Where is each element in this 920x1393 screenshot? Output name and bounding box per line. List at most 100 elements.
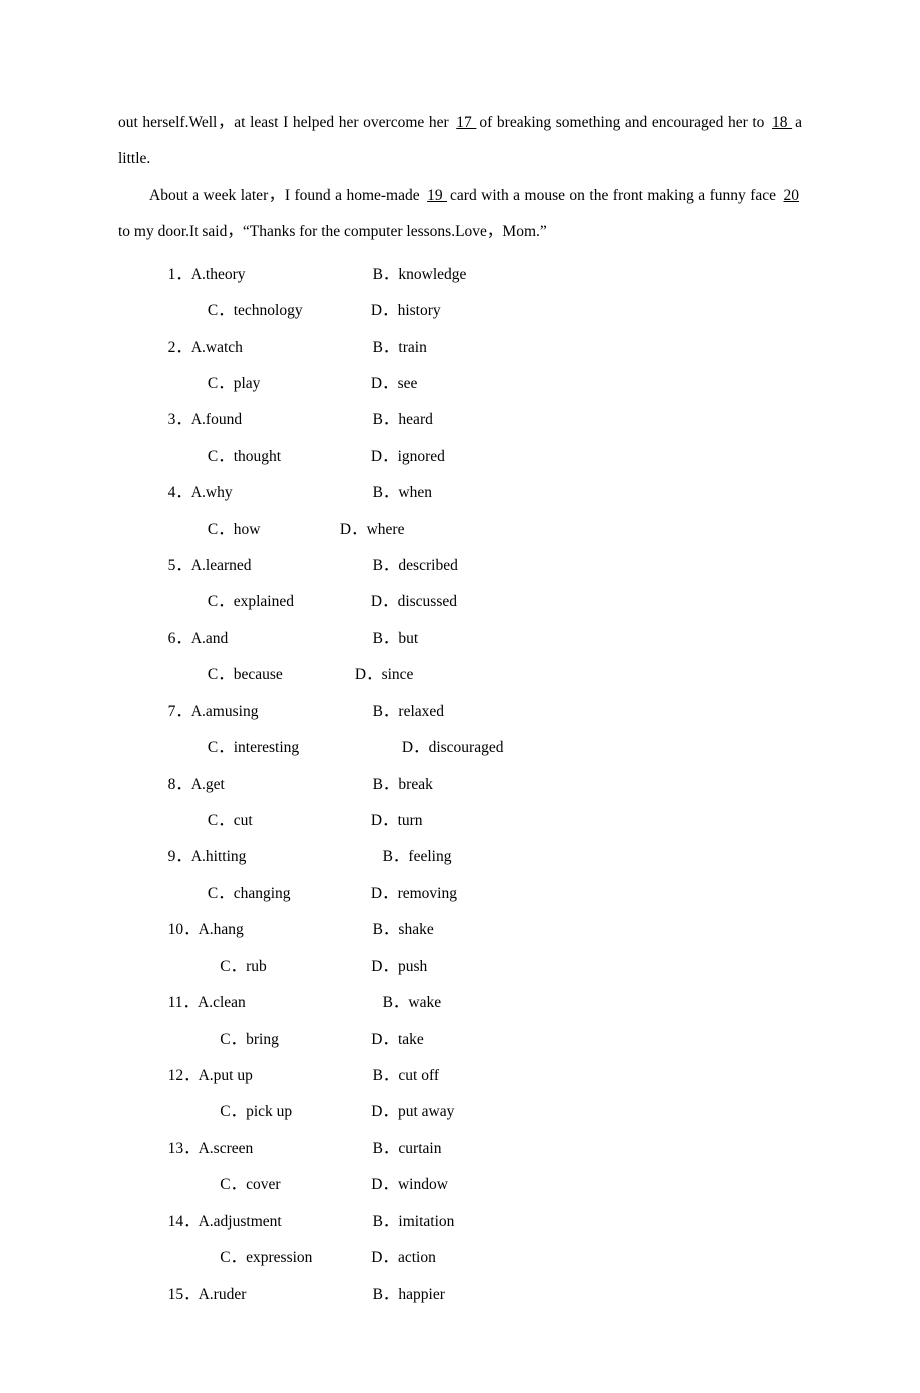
option-a: 3．A.found bbox=[168, 402, 373, 438]
option-a: 8．A.get bbox=[168, 767, 373, 803]
blank-18: 18 bbox=[769, 114, 795, 131]
option-d: D．window bbox=[371, 1167, 448, 1203]
option-a: 1．A.theory bbox=[168, 257, 373, 293]
option-a: 5．A.learned bbox=[168, 548, 373, 584]
option-c: C．interesting bbox=[208, 730, 402, 766]
option-a: 12．A.put up bbox=[168, 1058, 373, 1094]
question-row: 15．A.ruder B．happier bbox=[168, 1277, 802, 1313]
option-d: D．push bbox=[371, 949, 427, 985]
passage-text: of breaking something and encouraged her… bbox=[479, 114, 769, 131]
question-row: 12．A.put up B．cut off bbox=[168, 1058, 802, 1094]
option-b: B．curtain bbox=[373, 1131, 442, 1167]
option-b: B．imitation bbox=[373, 1204, 455, 1240]
option-d: D．since bbox=[355, 657, 414, 693]
option-b: B．cut off bbox=[373, 1058, 439, 1094]
passage-text: to my door.It said，“Thanks for the compu… bbox=[118, 223, 547, 240]
option-d: D．action bbox=[371, 1240, 436, 1276]
question-row: 3．A.found B．heard bbox=[168, 402, 802, 438]
question-row: 9．A.hitting B．feeling bbox=[168, 839, 802, 875]
question-row: C．explained D．discussed bbox=[208, 584, 802, 620]
option-b: B．but bbox=[373, 621, 419, 657]
blank-17: 17 bbox=[453, 114, 479, 131]
option-c: C．explained bbox=[208, 584, 371, 620]
question-row: 14．A.adjustment B．imitation bbox=[168, 1204, 802, 1240]
question-row: 6．A.and B．but bbox=[168, 621, 802, 657]
option-b: B．described bbox=[373, 548, 458, 584]
option-d: D．where bbox=[340, 512, 405, 548]
option-c: C．cover bbox=[220, 1167, 371, 1203]
option-b: B．happier bbox=[373, 1277, 445, 1313]
question-row: 11．A.clean B．wake bbox=[168, 985, 802, 1021]
passage-text: About a week later，I found a home-made bbox=[149, 187, 424, 204]
question-row: C．play D．see bbox=[208, 366, 802, 402]
question-row: C．thought D．ignored bbox=[208, 439, 802, 475]
option-d: D．history bbox=[371, 293, 441, 329]
question-row: C．pick up D．put away bbox=[220, 1094, 802, 1130]
option-d: D．ignored bbox=[371, 439, 445, 475]
option-c: C．play bbox=[208, 366, 371, 402]
question-row: C．changing D．removing bbox=[208, 876, 802, 912]
option-b: B．train bbox=[373, 330, 427, 366]
option-a: 4．A.why bbox=[168, 475, 373, 511]
question-row: 5．A.learned B．described bbox=[168, 548, 802, 584]
option-a: 6．A.and bbox=[168, 621, 373, 657]
question-row: 7．A.amusing B．relaxed bbox=[168, 694, 802, 730]
option-a: 14．A.adjustment bbox=[168, 1204, 373, 1240]
question-row: C．cut D．turn bbox=[208, 803, 802, 839]
passage-text: out herself.Well，at least I helped her o… bbox=[118, 114, 453, 131]
blank-19: 19 bbox=[424, 187, 450, 204]
option-a: 9．A.hitting bbox=[168, 839, 383, 875]
option-b: B．break bbox=[373, 767, 433, 803]
passage-text: card with a mouse on the front making a … bbox=[450, 187, 780, 204]
option-a: 11．A.clean bbox=[168, 985, 383, 1021]
question-row: 4．A.why B．when bbox=[168, 475, 802, 511]
passage-paragraph-1: out herself.Well，at least I helped her o… bbox=[118, 105, 802, 178]
blank-20: 20 bbox=[781, 187, 803, 204]
option-b: B．knowledge bbox=[373, 257, 467, 293]
option-d: D．discussed bbox=[371, 584, 457, 620]
option-b: B．feeling bbox=[383, 839, 452, 875]
option-c: C．technology bbox=[208, 293, 371, 329]
question-row: 1．A.theory B．knowledge bbox=[168, 257, 802, 293]
option-a: 15．A.ruder bbox=[168, 1277, 373, 1313]
page: out herself.Well，at least I helped her o… bbox=[0, 0, 920, 1393]
question-row: C．because D．since bbox=[208, 657, 802, 693]
option-a: 7．A.amusing bbox=[168, 694, 373, 730]
question-row: C．bring D．take bbox=[220, 1022, 802, 1058]
option-b: B．shake bbox=[373, 912, 434, 948]
option-d: D．turn bbox=[371, 803, 423, 839]
question-row: C．interesting D．discouraged bbox=[208, 730, 802, 766]
question-row: 2．A.watch B．train bbox=[168, 330, 802, 366]
question-row: 13．A.screen B．curtain bbox=[168, 1131, 802, 1167]
option-c: C．bring bbox=[220, 1022, 371, 1058]
question-row: C．cover D．window bbox=[220, 1167, 802, 1203]
question-row: C．how D．where bbox=[208, 512, 802, 548]
option-c: C．because bbox=[208, 657, 355, 693]
option-a: 10．A.hang bbox=[168, 912, 373, 948]
option-d: D．put away bbox=[371, 1094, 454, 1130]
question-row: 8．A.get B．break bbox=[168, 767, 802, 803]
option-d: D．discouraged bbox=[402, 730, 504, 766]
option-a: 13．A.screen bbox=[168, 1131, 373, 1167]
option-b: B．relaxed bbox=[373, 694, 444, 730]
option-c: C．pick up bbox=[220, 1094, 371, 1130]
option-c: C．expression bbox=[220, 1240, 371, 1276]
option-b: B．heard bbox=[373, 402, 433, 438]
option-d: D．removing bbox=[371, 876, 457, 912]
option-c: C．how bbox=[208, 512, 340, 548]
question-list: 1．A.theory B．knowledge C．technology D．hi… bbox=[168, 257, 802, 1313]
question-row: C．technology D．history bbox=[208, 293, 802, 329]
option-d: D．take bbox=[371, 1022, 424, 1058]
question-row: 10．A.hang B．shake bbox=[168, 912, 802, 948]
option-b: B．wake bbox=[383, 985, 442, 1021]
question-row: C．rub D．push bbox=[220, 949, 802, 985]
option-c: C．thought bbox=[208, 439, 371, 475]
option-d: D．see bbox=[371, 366, 418, 402]
option-a: 2．A.watch bbox=[168, 330, 373, 366]
option-c: C．rub bbox=[220, 949, 371, 985]
option-c: C．cut bbox=[208, 803, 371, 839]
passage-paragraph-2: About a week later，I found a home-made 1… bbox=[118, 178, 802, 251]
option-c: C．changing bbox=[208, 876, 371, 912]
question-row: C．expression D．action bbox=[220, 1240, 802, 1276]
option-b: B．when bbox=[373, 475, 432, 511]
